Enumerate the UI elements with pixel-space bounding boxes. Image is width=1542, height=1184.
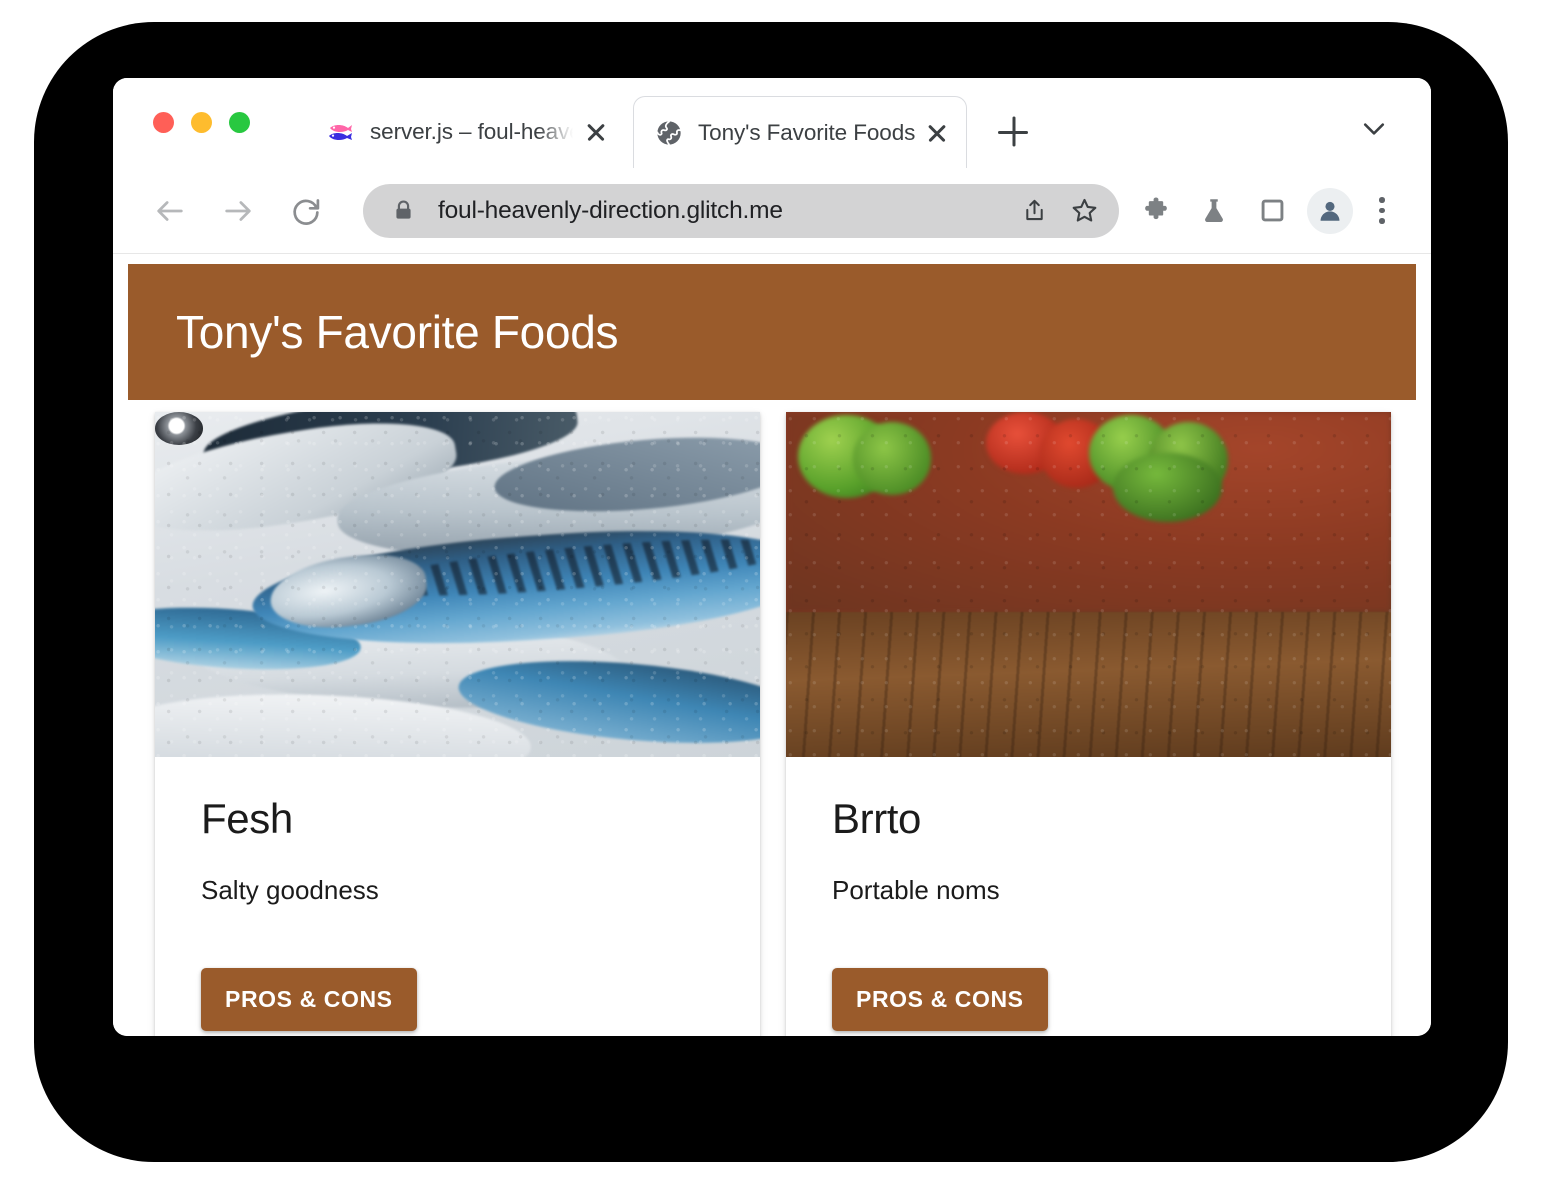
page-title: Tony's Favorite Foods [176,306,619,358]
fish-photo-art [155,412,760,757]
tab-list: server.js – foul-heavenly-dir Tony's Fav… [306,96,1041,168]
forward-button[interactable] [211,184,265,238]
pros-and-cons-button[interactable]: PROS & CONS [832,968,1048,1031]
avatar [1307,187,1353,234]
url-text: foul-heavenly-direction.glitch.me [438,196,783,224]
tab-strip: server.js – foul-heavenly-dir Tony's Fav… [113,78,1431,168]
card-actions: PROS & CONS [155,968,760,1036]
kebab-dot [1379,207,1385,214]
burrito-photo-art [786,412,1391,757]
extensions-puzzle-icon[interactable] [1127,184,1185,238]
window-traffic-lights [153,112,250,133]
card-body: Fesh Salty goodness [155,757,760,906]
maximize-window-button[interactable] [229,112,250,133]
glitch-fish-icon [326,117,356,147]
screenshot-root: server.js – foul-heavenly-dir Tony's Fav… [0,0,1542,1184]
site-header: Tony's Favorite Foods [128,264,1416,400]
flask-experiments-icon[interactable] [1185,184,1243,238]
back-button[interactable] [143,184,197,238]
card-body: Brrto Portable noms [786,757,1391,906]
new-tab-button[interactable] [985,104,1041,160]
card-description: Portable noms [832,875,1000,905]
fresh-mackerel-fish-photo [155,412,760,757]
tab-title: server.js – foul-heavenly-dir [370,119,575,144]
page-viewport: Tony's Favorite Foods Fesh Salty goodnes… [113,254,1431,1036]
kebab-menu-icon[interactable] [1359,184,1405,238]
burrito-wrap-photo [786,412,1391,757]
tab-title: Tony's Favorite Foods [698,119,916,145]
address-bar[interactable]: foul-heavenly-direction.glitch.me [363,183,1119,238]
card-title: Fesh [201,795,293,842]
reload-button[interactable] [279,184,333,238]
minimize-window-button[interactable] [191,112,212,133]
pros-and-cons-button[interactable]: PROS & CONS [201,968,417,1031]
card-description: Salty goodness [201,875,379,905]
browser-toolbar: foul-heavenly-direction.glitch.me [113,168,1431,254]
side-panel-icon[interactable] [1243,184,1301,238]
tab-tonys-favorite-foods[interactable]: Tony's Favorite Foods [633,96,967,168]
profile-avatar-icon[interactable] [1301,184,1359,238]
food-card[interactable]: Brrto Portable noms PROS & CONS [786,412,1391,1036]
bookmark-star-icon[interactable] [1059,186,1109,236]
card-title: Brrto [832,795,922,842]
globe-icon [654,118,684,148]
food-card-grid: Fesh Salty goodness PROS & CONS Brrto Po… [155,412,1405,1036]
kebab-dot [1379,218,1385,224]
browser-window: server.js – foul-heavenly-dir Tony's Fav… [113,78,1431,1036]
card-actions: PROS & CONS [786,968,1391,1036]
kebab-dot [1379,197,1385,203]
tab-server-js[interactable]: server.js – foul-heavenly-dir [306,96,625,168]
food-card[interactable]: Fesh Salty goodness PROS & CONS [155,412,760,1036]
lock-icon [391,198,416,223]
chevron-down-icon[interactable] [1351,106,1397,152]
close-icon[interactable] [581,117,611,147]
close-icon[interactable] [922,118,952,148]
close-window-button[interactable] [153,112,174,133]
share-icon[interactable] [1009,186,1059,236]
